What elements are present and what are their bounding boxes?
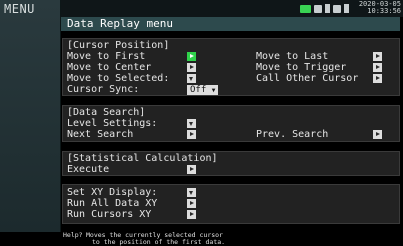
execute-label: Execute: [67, 164, 110, 175]
statistical-header: [Statistical Calculation]: [67, 153, 218, 164]
side-menu-panel: MENU: [0, 0, 61, 232]
lock-icon: [344, 4, 349, 13]
cursor-position-panel: [Cursor Position] Move to First Move to …: [62, 38, 400, 96]
help-bar: Help? Moves the currently selected curso…: [0, 232, 403, 246]
prev-search-button[interactable]: [373, 130, 382, 139]
prev-search-label: Prev. Search: [256, 129, 329, 140]
cursor-position-header: [Cursor Position]: [67, 40, 170, 51]
status-bar: 2020-03-05 10:33:56: [61, 0, 403, 17]
move-selected-label: Move to Selected:: [67, 73, 170, 84]
move-trigger-label: Move to Trigger: [256, 62, 347, 73]
status-icons: [300, 4, 349, 13]
move-last-label: Move to Last: [256, 51, 329, 62]
move-trigger-button[interactable]: [373, 63, 382, 72]
next-search-button[interactable]: [187, 130, 196, 139]
data-search-header: [Data Search]: [67, 107, 146, 118]
battery-icon: [300, 4, 311, 13]
next-search-label: Next Search: [67, 129, 134, 140]
storage-icon: [314, 4, 322, 13]
cursor-sync-label: Cursor Sync:: [67, 84, 140, 95]
chevron-down-icon: ▼: [211, 87, 216, 94]
menu-title-bar: Data Replay menu: [61, 17, 400, 31]
run-cursors-xy-button[interactable]: [187, 210, 196, 219]
help-text-line2: to the position of the first data.: [92, 238, 226, 246]
move-first-button[interactable]: [187, 52, 196, 61]
set-xy-display-label: Set XY Display:: [67, 187, 158, 198]
call-other-cursor-label: Call Other Cursor: [256, 73, 359, 84]
execute-button[interactable]: [187, 165, 196, 174]
set-xy-display-dropdown[interactable]: [187, 188, 196, 197]
run-all-data-xy-button[interactable]: [187, 199, 196, 208]
network-icon: [333, 4, 341, 13]
datetime: 2020-03-05 10:33:56: [351, 1, 401, 15]
data-search-panel: [Data Search] Level Settings: Next Searc…: [62, 105, 400, 142]
level-settings-dropdown[interactable]: [187, 119, 196, 128]
move-center-button[interactable]: [187, 63, 196, 72]
help-label: Help?: [63, 231, 83, 239]
run-all-data-xy-label: Run All Data XY: [67, 198, 158, 209]
xy-panel: Set XY Display: Run All Data XY Run Curs…: [62, 184, 400, 224]
move-center-label: Move to Center: [67, 62, 152, 73]
call-other-cursor-button[interactable]: [373, 74, 382, 83]
move-first-label: Move to First: [67, 51, 146, 62]
time-text: 10:33:56: [367, 7, 401, 15]
cursor-sync-value: Off: [190, 85, 207, 95]
menu-title: MENU: [4, 2, 35, 16]
move-last-button[interactable]: [373, 52, 382, 61]
cursor-sync-select[interactable]: Off ▼: [187, 85, 219, 95]
statistical-calculation-panel: [Statistical Calculation] Execute: [62, 151, 400, 176]
usb-icon: [325, 4, 330, 13]
level-settings-label: Level Settings:: [67, 118, 158, 129]
run-cursors-xy-label: Run Cursors XY: [67, 209, 152, 220]
move-selected-dropdown[interactable]: [187, 74, 196, 83]
